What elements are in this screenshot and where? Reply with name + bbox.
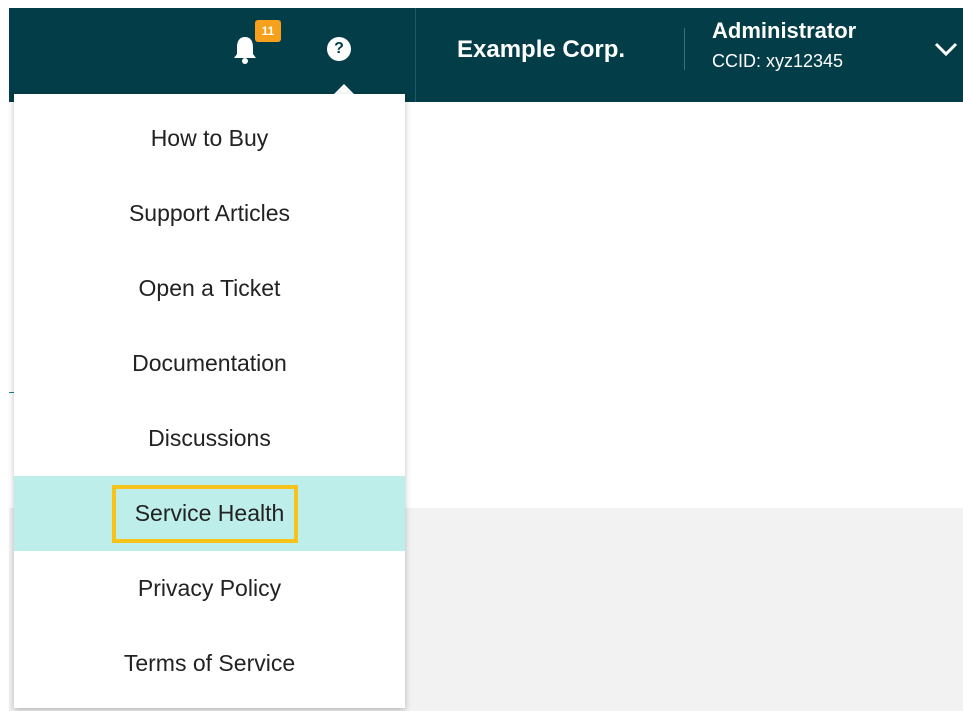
- menu-item-service-health[interactable]: Service Health: [14, 476, 405, 551]
- menu-item-documentation[interactable]: Documentation: [14, 326, 405, 401]
- menu-item-label: Terms of Service: [123, 650, 296, 676]
- notification-count-badge: 11: [255, 20, 281, 42]
- menu-item-support-articles[interactable]: Support Articles: [14, 176, 405, 251]
- menu-item-open-ticket[interactable]: Open a Ticket: [14, 251, 405, 326]
- menu-item-label: Service Health: [134, 500, 285, 526]
- menu-item-how-to-buy[interactable]: How to Buy: [14, 101, 405, 176]
- chevron-down-icon: [934, 42, 958, 57]
- help-dropdown-menu: How to Buy Support Articles Open a Ticke…: [14, 94, 405, 708]
- help-icon: ?: [334, 40, 344, 57]
- menu-item-label: Documentation: [132, 350, 287, 376]
- top-navigation-bar: 11 ? Example Corp. Administrator CCID: x…: [9, 8, 963, 102]
- account-divider: [684, 28, 685, 70]
- page-edge: [0, 0, 9, 711]
- organization-name[interactable]: Example Corp.: [457, 36, 625, 64]
- help-button[interactable]: ?: [327, 37, 351, 61]
- menu-item-discussions[interactable]: Discussions: [14, 401, 405, 476]
- menu-item-label: Privacy Policy: [137, 575, 282, 601]
- menu-item-privacy-policy[interactable]: Privacy Policy: [14, 551, 405, 626]
- menu-item-label: Open a Ticket: [138, 275, 281, 301]
- header-divider: [415, 8, 416, 102]
- account-menu-toggle[interactable]: [933, 40, 959, 58]
- menu-item-label: Discussions: [148, 425, 271, 451]
- menu-item-label: Support Articles: [128, 200, 291, 226]
- user-name[interactable]: Administrator: [712, 18, 856, 44]
- customer-id: CCID: xyz12345: [712, 51, 844, 71]
- menu-item-terms-of-service[interactable]: Terms of Service: [14, 626, 405, 701]
- menu-item-label: How to Buy: [150, 125, 269, 151]
